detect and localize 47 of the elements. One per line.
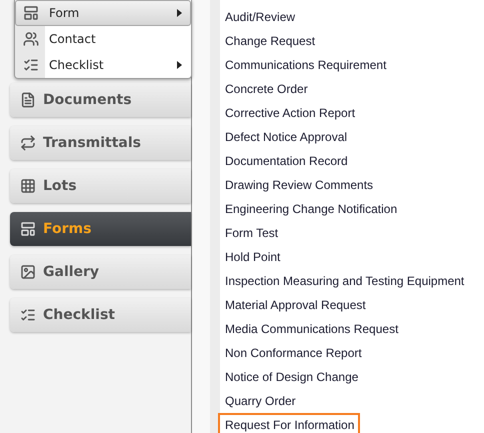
form-list-item[interactable]: Request For Information bbox=[218, 413, 360, 433]
menu-item-label: Contact bbox=[49, 32, 97, 46]
document-icon bbox=[20, 92, 36, 108]
checklist-icon bbox=[23, 57, 39, 73]
form-list-item[interactable]: Concrete Order bbox=[218, 77, 314, 101]
form-list-item[interactable]: Material Approval Request bbox=[218, 293, 372, 317]
sidebar-item-label: Checklist bbox=[43, 307, 115, 323]
sidebar-item[interactable]: Transmittals bbox=[10, 126, 191, 160]
sidebar-item-label: Lots bbox=[43, 178, 77, 194]
form-list-item[interactable]: Defect Notice Approval bbox=[218, 125, 354, 149]
form-list-item[interactable]: Non Conformance Report bbox=[218, 341, 368, 365]
sidebar-item[interactable]: Gallery bbox=[10, 255, 191, 289]
sidebar-item-label: Gallery bbox=[43, 264, 100, 280]
sidebar-item[interactable]: Forms bbox=[10, 212, 191, 246]
form-list-item[interactable]: Engineering Change Notification bbox=[218, 197, 404, 221]
sidebar-item[interactable]: Documents bbox=[10, 83, 191, 117]
form-list-item[interactable]: Documentation Record bbox=[218, 149, 354, 173]
form-list-item[interactable]: Notice of Design Change bbox=[218, 365, 364, 389]
form-list-item[interactable]: Form Test bbox=[218, 221, 284, 245]
arrows-icon bbox=[20, 135, 36, 151]
users-icon bbox=[23, 31, 39, 47]
form-list-item[interactable]: Quarry Order bbox=[218, 389, 302, 413]
menu-item-label: Checklist bbox=[49, 58, 105, 72]
menu-item[interactable]: Form bbox=[15, 0, 191, 26]
caret-icon bbox=[177, 9, 182, 17]
sidebar-item[interactable]: Lots bbox=[10, 169, 191, 203]
form-list-item[interactable]: Communications Requirement bbox=[218, 53, 392, 77]
form-list-item[interactable]: Hold Point bbox=[218, 245, 286, 269]
menu-item[interactable]: Checklist bbox=[15, 52, 191, 78]
form-list-item[interactable]: Drawing Review Comments bbox=[218, 173, 380, 197]
picture-icon bbox=[20, 264, 36, 280]
sidebar-item-label: Documents bbox=[43, 92, 132, 108]
form-list-item[interactable]: Change Request bbox=[218, 29, 322, 53]
form-list-item[interactable]: Corrective Action Report bbox=[218, 101, 362, 125]
windows-icon bbox=[20, 221, 36, 237]
menu-item-label: Form bbox=[49, 6, 80, 20]
checklist-icon bbox=[20, 307, 36, 323]
sidebar-item-label: Forms bbox=[43, 221, 92, 237]
grid-icon bbox=[20, 178, 36, 194]
form-list-item[interactable]: Inspection Measuring and Testing Equipment bbox=[218, 269, 470, 293]
form-list-item[interactable]: Media Communications Request bbox=[218, 317, 404, 341]
sidebar-item-label: Transmittals bbox=[43, 135, 142, 151]
windows-icon bbox=[23, 5, 39, 21]
sidebar-item[interactable]: Checklist bbox=[10, 298, 191, 332]
menu-item[interactable]: Contact bbox=[15, 26, 191, 52]
form-list-item[interactable]: Audit/Review bbox=[218, 5, 302, 29]
caret-icon bbox=[177, 61, 182, 69]
